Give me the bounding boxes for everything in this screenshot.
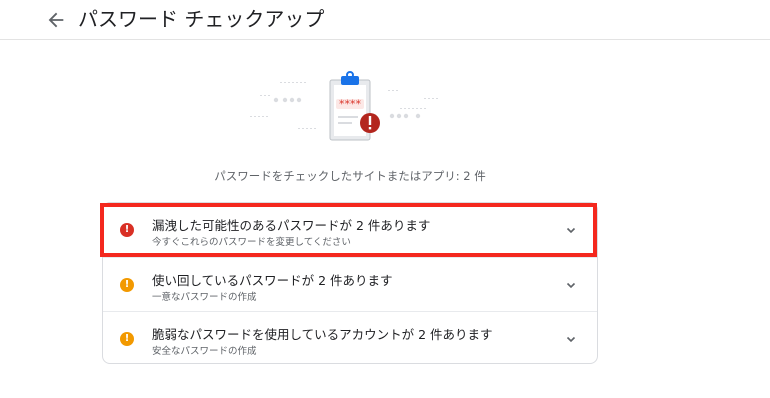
app-header: パスワード チェックアップ: [0, 0, 770, 40]
issue-subtitle: 一意なパスワードの作成: [152, 292, 257, 303]
issue-title: 脆弱なパスワードを使用しているアカウントが 2 件あります: [152, 327, 493, 342]
issue-title: 使い回しているパスワードが 2 件あります: [152, 273, 393, 288]
page-title: パスワード チェックアップ: [78, 7, 325, 31]
issue-row-compromised[interactable]: ! 漏洩した可能性のあるパスワードが 2 件あります 今すぐこれらのパスワードを…: [103, 203, 597, 257]
issue-row-weak[interactable]: ! 脆弱なパスワードを使用しているアカウントが 2 件あります 安全なパスワード…: [103, 311, 597, 363]
issue-subtitle: 今すぐこれらのパスワードを変更してください: [152, 237, 351, 248]
decorative-dots-right: [388, 90, 438, 119]
warning-icon: !: [120, 332, 134, 346]
warning-icon: !: [120, 278, 134, 292]
arrow-back-icon[interactable]: [45, 9, 67, 31]
chevron-down-icon[interactable]: [565, 279, 577, 291]
issue-row-reused[interactable]: ! 使い回しているパスワードが 2 件あります 一意なパスワードの作成: [103, 257, 597, 311]
error-icon: !: [120, 223, 134, 237]
chevron-down-icon[interactable]: [565, 333, 577, 345]
decorative-dots-left: [250, 82, 316, 129]
clipboard-password-warning-illustration: ****: [250, 71, 438, 141]
checked-sites-summary: パスワードをチェックしたサイトまたはアプリ: 2 件: [214, 169, 486, 183]
issue-subtitle: 安全なパスワードの作成: [152, 346, 257, 357]
masked-password: ****: [339, 98, 362, 111]
issues-card: ! 漏洩した可能性のあるパスワードが 2 件あります 今すぐこれらのパスワードを…: [102, 202, 598, 364]
issue-title: 漏洩した可能性のあるパスワードが 2 件あります: [152, 218, 431, 233]
chevron-down-icon[interactable]: [565, 224, 577, 236]
